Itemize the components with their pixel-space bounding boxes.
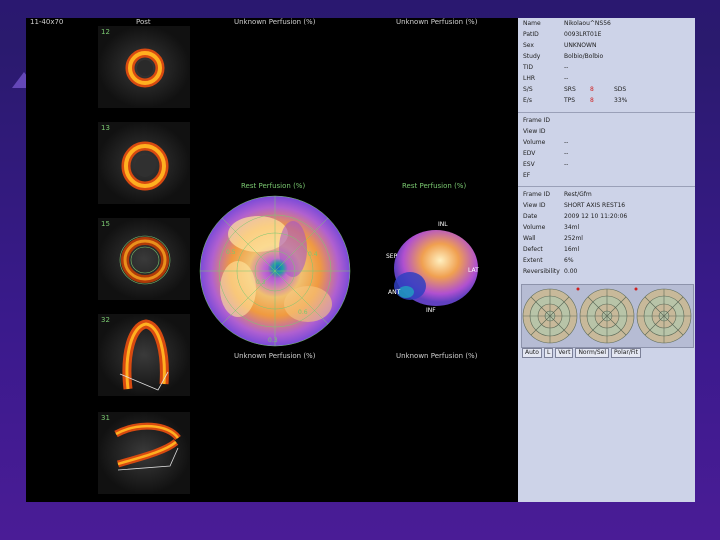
ss-label: S/S (523, 86, 533, 93)
slice-number: 15 (101, 220, 110, 228)
vert-button[interactable]: Vert (555, 348, 574, 358)
rest-frame-label: Frame ID (523, 191, 550, 198)
bullseye-polar-map: 0.3 0.4 0.5 0.6 0.3 (199, 195, 351, 347)
rest-reversibility-label: Reversibility (523, 268, 560, 275)
volume-label: Volume (523, 139, 546, 146)
edv-label: EDV (523, 150, 536, 157)
volume-value: -- (564, 139, 569, 146)
ss-pct-label: SDS (614, 86, 627, 93)
esv-value: -- (564, 161, 569, 168)
view3d-bottom-label: Unknown Perfusion (%) (396, 352, 478, 360)
short-axis-slice-image (98, 26, 190, 108)
slice-panel[interactable]: 13 (98, 122, 190, 204)
name-value: Nikolaou^NS56 (564, 20, 611, 27)
er-pct: 33% (614, 97, 628, 104)
ef-label: EF (523, 172, 531, 179)
patid-label: PatID (523, 31, 539, 38)
polar-fit-button[interactable]: Polar/Fit (611, 348, 641, 358)
rest-view-label: View ID (523, 202, 546, 209)
rest-date-label: Date (523, 213, 538, 220)
view3d-label-right: LAT (468, 267, 479, 274)
view-id-label: View ID (523, 128, 546, 135)
auto-button[interactable]: Auto (522, 348, 542, 358)
info-panel: Name Nikolaou^NS56 PatID 0093LRT01E Sex … (518, 18, 695, 502)
rest-view-value: SHORT AXIS REST16 (564, 202, 626, 209)
view3d-label-bottom: INF (426, 307, 436, 314)
slice-number: 31 (101, 414, 110, 422)
rest-frame-value: Rest/Gfm (564, 191, 592, 198)
study-label: Study (523, 53, 541, 60)
tid-label: TID (523, 64, 534, 71)
view3d-label-lower-left: ANT (388, 289, 401, 296)
er-value: TPS (564, 97, 576, 104)
view3d-map[interactable]: INL SEP LAT ANT INF (384, 218, 484, 322)
viewer-header-stress: Post (136, 18, 151, 26)
rest-extent-label: Extent (523, 257, 543, 264)
view3d-label-left: SEP (386, 253, 398, 260)
rest-reversibility-value: 0.00 (564, 268, 578, 275)
polar-label: 0.3 (268, 337, 278, 344)
slice-panel[interactable]: 12 (98, 26, 190, 108)
short-axis-slice-image (98, 218, 190, 300)
tid-value: -- (564, 64, 569, 71)
study-value: Bolbio/Bolbio (564, 53, 604, 60)
short-axis-slice-image (98, 122, 190, 204)
view3d-title: Rest Perfusion (%) (402, 182, 467, 190)
view3d-label-top: INL (438, 221, 448, 228)
rest-volume-value: 34ml (564, 224, 580, 231)
viewer-header-ur: Unknown Perfusion (%) (396, 18, 478, 26)
rest-wall-label: Wall (523, 235, 536, 242)
heart-3d-render: INL SEP LAT ANT INF (386, 221, 479, 314)
rest-wall-value: 252ml (564, 235, 583, 242)
viewer-header-left: 11-40x70 (30, 18, 64, 26)
polar-label: 0.3 (256, 279, 266, 286)
edv-value: -- (564, 150, 569, 157)
rest-section: Frame ID Rest/Gfm View ID SHORT AXIS RES… (518, 186, 695, 283)
long-axis-slice-image (98, 412, 190, 494)
er-label: E/s (523, 97, 532, 104)
slice-panel[interactable]: 32 (98, 314, 190, 396)
panel-button-row: Auto L Vert Norm/Sel Polar/Fit (522, 348, 641, 358)
ss-flag: 8 (590, 86, 594, 93)
viewer-header-ul: Unknown Perfusion (%) (234, 18, 316, 26)
sex-value: UNKNOWN (564, 42, 597, 49)
rest-date-value: 2009 12 10 11:20:06 (564, 213, 628, 220)
l-button[interactable]: L (543, 348, 554, 358)
rest-defect-label: Defect (523, 246, 543, 253)
patid-value: 0093LRT01E (564, 31, 602, 38)
slice-panel[interactable]: 31 (98, 412, 190, 494)
perfusion-viewer[interactable]: 11-40x70 Post Unknown Perfusion (%) Unkn… (26, 18, 518, 502)
polar-map-title: Rest Perfusion (%) (241, 182, 306, 190)
slice-number: 13 (101, 124, 110, 132)
norm-sel-button[interactable]: Norm/Sel (575, 348, 609, 358)
frame-id-label: Frame ID (523, 117, 550, 124)
rest-defect-value: 16ml (564, 246, 580, 253)
slice-panel[interactable]: 15 (98, 218, 190, 300)
mini-bullseye-row[interactable] (521, 284, 694, 348)
rest-volume-label: Volume (523, 224, 546, 231)
er-flag: 8 (590, 97, 594, 104)
slice-number: 32 (101, 316, 110, 324)
frame-section: Frame ID View ID Volume -- EDV -- ESV --… (518, 112, 695, 185)
polar-label: 0.4 (308, 251, 318, 258)
lhr-label: LHR (523, 75, 536, 82)
long-axis-slice-image (98, 314, 190, 396)
polar-label: 0.6 (298, 309, 308, 316)
polar-map-bottom-label: Unknown Perfusion (%) (234, 352, 316, 360)
polar-map[interactable]: 0.3 0.4 0.5 0.6 0.3 (198, 194, 352, 352)
name-label: Name (523, 20, 541, 27)
esv-label: ESV (523, 161, 535, 168)
polar-label: 0.5 (226, 249, 236, 256)
sex-label: Sex (523, 42, 534, 49)
ss-value: SRS (564, 86, 576, 93)
slice-number: 12 (101, 28, 110, 36)
lhr-value: -- (564, 75, 569, 82)
rest-extent-value: 6% (564, 257, 574, 264)
mini-bullseyes (522, 287, 692, 344)
